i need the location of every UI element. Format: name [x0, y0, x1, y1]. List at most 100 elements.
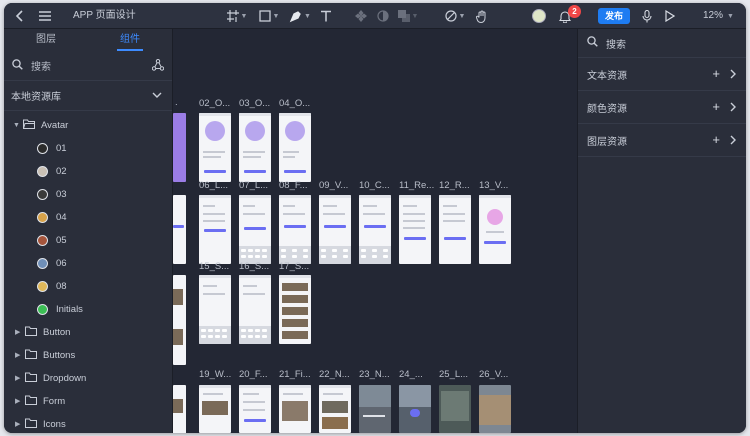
artboard-thumbnail[interactable] — [239, 113, 271, 182]
artboard-thumbnail[interactable] — [239, 275, 271, 344]
artboard-thumbnail[interactable] — [479, 195, 511, 264]
mask-icon[interactable] — [376, 3, 390, 29]
tree-item-avatar-05[interactable]: 05 — [4, 229, 173, 251]
artboard-label[interactable]: 09_V... — [319, 180, 348, 191]
chevron-left-icon[interactable] — [12, 3, 28, 29]
add-icon[interactable]: + — [712, 67, 720, 81]
artboard-label[interactable]: 26_V... — [479, 369, 508, 380]
section-label: 颜色资源 — [587, 103, 627, 115]
artboard-thumbnail[interactable] — [279, 113, 311, 182]
tab-layers[interactable]: 图层 — [4, 29, 88, 51]
artboard-label[interactable]: 19_W... — [199, 369, 231, 380]
slice-tool-button[interactable]: ▼ — [442, 3, 468, 29]
publish-button[interactable]: 发布 — [598, 8, 630, 24]
chevron-right-icon[interactable] — [730, 69, 736, 82]
chevron-right-icon[interactable] — [730, 135, 736, 148]
artboard-label[interactable]: 17_S... — [279, 261, 309, 272]
artboard-thumbnail[interactable] — [199, 195, 231, 264]
artboard-label[interactable]: 08_F... — [279, 180, 308, 191]
artboard-thumbnail[interactable] — [319, 195, 351, 264]
design-canvas[interactable]: . 02_O... 03_O... 04_O... 06_L... 07_L..… — [173, 29, 577, 433]
user-avatar[interactable] — [531, 3, 547, 29]
hamburger-menu-icon[interactable] — [36, 3, 54, 29]
add-icon[interactable]: + — [712, 100, 720, 114]
artboard-label[interactable]: 02_O... — [199, 98, 230, 109]
artboard-label[interactable]: 20_F... — [239, 369, 268, 380]
artboard-thumbnail[interactable] — [399, 385, 431, 433]
artboard-label[interactable]: 15_S... — [199, 261, 229, 272]
artboard-label[interactable]: 16_S... — [239, 261, 269, 272]
artboard-thumbnail[interactable] — [439, 385, 471, 433]
artboard-thumbnail[interactable] — [359, 385, 391, 433]
library-network-icon[interactable] — [151, 59, 165, 74]
pen-tool-button[interactable]: ▼ — [287, 3, 313, 29]
tree-folder-form[interactable]: ▶ Form — [4, 390, 173, 412]
artboard-label[interactable]: 07_L... — [239, 180, 268, 191]
artboard-label[interactable]: 10_C... — [359, 180, 390, 191]
artboard-label[interactable]: 12_R... — [439, 180, 470, 191]
artboard-thumbnail[interactable] — [399, 195, 431, 264]
tree-item-avatar-06[interactable]: 06 — [4, 252, 173, 274]
component-search[interactable]: 搜索 — [4, 51, 172, 81]
artboard-label[interactable]: 21_Fi... — [279, 369, 311, 380]
artboard-label[interactable]: 03_O... — [239, 98, 270, 109]
artboard-thumbnail[interactable] — [239, 385, 271, 433]
artboard-thumbnail[interactable] — [199, 113, 231, 182]
artboard-thumbnail[interactable] — [479, 385, 511, 433]
artboard-thumbnail[interactable] — [319, 385, 351, 433]
zoom-control[interactable]: 12% ▼ — [703, 3, 734, 29]
tree-item-avatar-02[interactable]: 02 — [4, 160, 173, 182]
artboard-label[interactable]: 11_Re... — [399, 180, 434, 191]
artboard-thumbnail[interactable] — [359, 195, 391, 264]
artboard-thumbnail[interactable] — [173, 275, 186, 365]
artboard-thumbnail[interactable] — [279, 385, 311, 433]
tree-folder-dropdown[interactable]: ▶ Dropdown — [4, 367, 173, 389]
artboard-label[interactable]: 22_N... — [319, 369, 350, 380]
artboard-thumbnail[interactable] — [173, 195, 186, 264]
shape-tool-button[interactable]: ▼ — [256, 3, 282, 29]
tree-item-avatar-04[interactable]: 04 — [4, 206, 173, 228]
artboard-thumbnail[interactable] — [173, 385, 186, 433]
tree-item-avatar-01[interactable]: 01 — [4, 137, 173, 159]
section-text-assets[interactable]: 文本资源 + — [578, 58, 746, 91]
tree-folder-icons[interactable]: ▶ Icons — [4, 413, 173, 433]
artboard-label[interactable]: 25_L... — [439, 369, 468, 380]
hand-tool-icon[interactable] — [474, 3, 490, 29]
artboard-thumbnail[interactable] — [199, 385, 231, 433]
boolean-button[interactable]: ▼ — [396, 3, 420, 29]
artboard-thumbnail[interactable] — [279, 275, 311, 344]
component-icon[interactable] — [354, 3, 368, 29]
tree-item-avatar-initials[interactable]: Initials — [4, 298, 173, 320]
artboard-label[interactable]: 23_N... — [359, 369, 390, 380]
artboard-label[interactable]: 13_V... — [479, 180, 508, 191]
artboard-thumbnail[interactable] — [173, 113, 186, 182]
add-icon[interactable]: + — [712, 133, 720, 147]
tree-group-avatar[interactable]: ▼ Avatar — [4, 114, 173, 136]
tree-item-avatar-08[interactable]: 08 — [4, 275, 173, 297]
chevron-right-icon[interactable] — [730, 102, 736, 115]
document-title[interactable]: APP 页面设计 — [73, 3, 136, 29]
asset-search[interactable]: 搜索 — [578, 29, 746, 58]
tree-folder-buttons[interactable]: ▶ Buttons — [4, 344, 173, 366]
artboard-thumbnail[interactable] — [439, 195, 471, 264]
artboard-label[interactable]: 04_O... — [279, 98, 310, 109]
tree-item-label: 06 — [56, 257, 67, 269]
tree-folder-button[interactable]: ▶ Button — [4, 321, 173, 343]
section-layer-assets[interactable]: 图层资源 + — [578, 124, 746, 157]
artboard-thumbnail[interactable] — [199, 275, 231, 344]
tab-components[interactable]: 组件 — [88, 29, 172, 51]
tree-item-avatar-03[interactable]: 03 — [4, 183, 173, 205]
artboard-label[interactable]: 06_L... — [199, 180, 228, 191]
artboard-label[interactable]: 24_... — [399, 369, 423, 380]
avatar-thumbnail — [37, 303, 48, 315]
microphone-icon[interactable] — [640, 3, 654, 29]
text-tool-icon[interactable] — [318, 3, 334, 29]
play-icon[interactable] — [663, 3, 677, 29]
library-selector[interactable]: 本地资源库 — [4, 81, 172, 111]
artboard-thumbnail[interactable] — [279, 195, 311, 264]
section-color-assets[interactable]: 颜色资源 + — [578, 91, 746, 124]
rectangle-tool-icon — [258, 10, 271, 22]
frame-tool-button[interactable]: ▼ — [224, 3, 250, 29]
search-placeholder: 搜索 — [606, 39, 626, 51]
artboard-thumbnail[interactable] — [239, 195, 271, 264]
